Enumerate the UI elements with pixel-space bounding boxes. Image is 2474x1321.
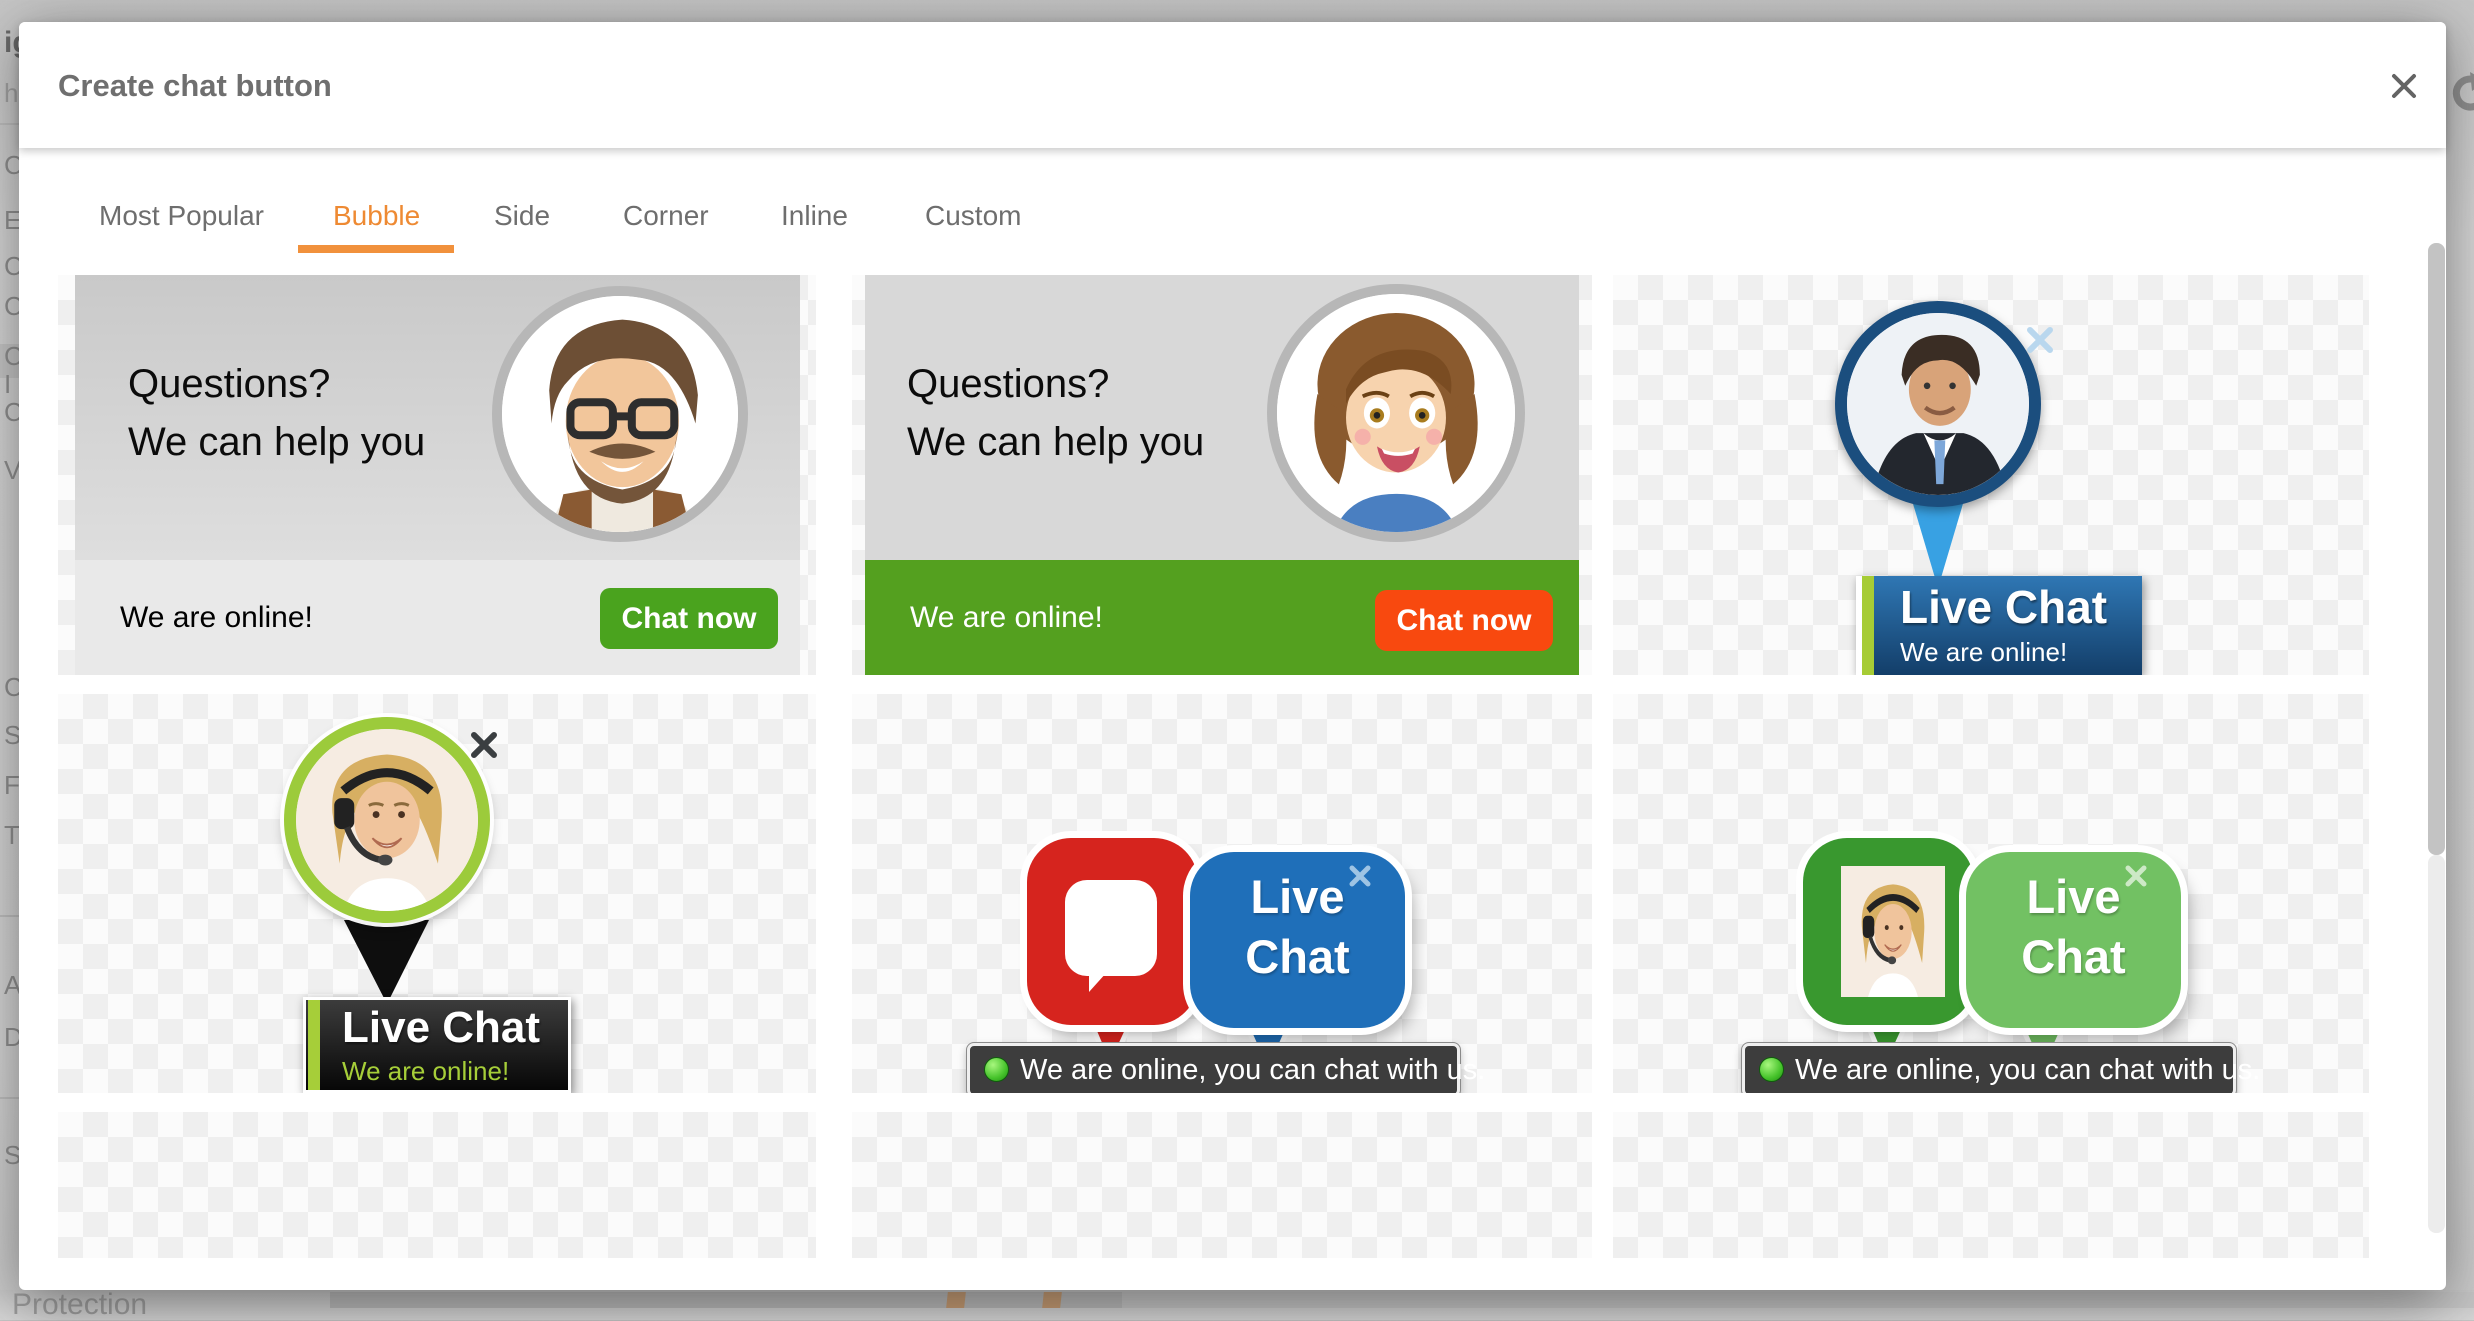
dialog-scrollbar-track[interactable] — [2428, 855, 2445, 1233]
online-dot-icon — [1759, 1057, 1784, 1082]
online-dot-icon — [984, 1057, 1009, 1082]
backdrop-divider — [0, 123, 19, 125]
question-line2: We can help you — [907, 413, 1204, 471]
live-text: Live — [1190, 872, 1405, 922]
pin-label-box: Live Chat We are online! — [1856, 576, 2142, 675]
banner-question-text: Questions? We can help you — [128, 355, 425, 471]
chat-button-template-slot[interactable] — [1613, 1112, 2369, 1258]
cartoon-man-avatar-icon — [502, 296, 738, 532]
dismiss-icon[interactable] — [2026, 326, 2054, 354]
speech-bubble-blue: Live Chat — [1190, 852, 1405, 1028]
chat-now-button[interactable]: Chat now — [600, 588, 778, 649]
chat-button-template-slot[interactable] — [852, 1112, 1592, 1258]
live-text: Live — [1966, 872, 2181, 922]
agent-photo-avatar — [1835, 301, 2041, 507]
agent-photo — [1841, 866, 1945, 997]
refresh-icon — [2448, 70, 2474, 116]
dialog-scrollbar-thumb[interactable] — [2428, 243, 2445, 855]
chat-now-button[interactable]: Chat now — [1375, 590, 1553, 651]
tab-inline[interactable]: Inline — [781, 200, 848, 232]
chat-button-template-bubbles-green[interactable]: Live Chat We are online, you can chat wi… — [1613, 694, 2369, 1093]
backdrop-partial-text: h — [4, 78, 18, 108]
chat-text: Chat — [1190, 932, 1405, 982]
backdrop-protection-label: Protection — [12, 1289, 147, 1321]
backdrop-partial-text: I — [4, 369, 11, 399]
close-icon[interactable] — [2391, 73, 2417, 99]
agent-avatar — [492, 286, 748, 542]
speech-glyph — [1065, 880, 1157, 976]
agent-avatar — [1267, 284, 1525, 542]
agent-photo-avatar — [284, 717, 490, 923]
chat-button-template-pin-blue[interactable]: Live Chat We are online! — [1613, 275, 2369, 675]
dismiss-icon[interactable] — [469, 730, 499, 760]
backdrop-divider — [0, 1097, 19, 1099]
speech-bubble-red — [1027, 838, 1198, 1025]
chat-text: Chat — [1966, 932, 2181, 982]
question-line2: We can help you — [128, 413, 425, 471]
online-status-text: We are online! — [120, 602, 313, 634]
online-status-text: We are online, you can chat with us. — [1020, 1055, 1485, 1086]
speech-bubble-light-green: Live Chat — [1966, 852, 2181, 1028]
photo-woman-headset-avatar-icon — [296, 729, 478, 911]
tab-most-popular[interactable]: Most Popular — [99, 200, 264, 232]
cartoon-woman-avatar-icon — [1277, 294, 1515, 532]
backdrop-tan-bar — [1042, 1292, 1062, 1308]
backdrop-partial-text: T — [4, 820, 20, 850]
active-tab-indicator — [298, 245, 454, 253]
chat-button-template-banner-green[interactable]: Questions? We can help you — [852, 275, 1592, 675]
live-chat-title: Live Chat — [342, 1004, 540, 1052]
tab-side[interactable]: Side — [494, 200, 550, 232]
online-status-text: We are online, you can chat with us. — [1795, 1055, 2260, 1086]
tab-bubble[interactable]: Bubble — [333, 200, 420, 232]
chat-button-template-banner-gray[interactable]: Questions? We can help you We are online… — [58, 275, 816, 675]
tab-corner[interactable]: Corner — [623, 200, 709, 232]
photo-woman-headset-avatar-icon — [1841, 866, 1945, 997]
dismiss-icon[interactable] — [1348, 864, 1372, 888]
online-status-text: We are online! — [910, 602, 1103, 634]
online-status-text: We are online! — [1900, 638, 2067, 666]
speech-bubble-dark-green — [1803, 838, 1974, 1025]
online-statusbar: We are online, you can chat with us. — [967, 1043, 1460, 1093]
chat-button-template-pin-dark[interactable]: Live Chat We are online! — [58, 694, 816, 1093]
pin-label-box: Live Chat We are online! — [303, 997, 571, 1093]
speech-glyph-tail — [1089, 972, 1107, 992]
accent-stripe — [308, 1000, 320, 1090]
live-chat-title: Live Chat — [1900, 583, 2107, 631]
backdrop-bottom-panel — [1122, 1292, 2474, 1308]
accent-stripe — [1862, 576, 1874, 675]
backdrop-divider — [0, 915, 19, 917]
tab-custom[interactable]: Custom — [925, 200, 1021, 232]
question-line1: Questions? — [128, 355, 425, 413]
question-line1: Questions? — [907, 355, 1204, 413]
chat-button-template-bubbles-blue[interactable]: Live Chat We are online, you can chat wi… — [852, 694, 1592, 1093]
online-status-text: We are online! — [342, 1057, 509, 1085]
backdrop-tan-bar — [946, 1292, 966, 1308]
online-statusbar: We are online, you can chat with us. — [1742, 1043, 2236, 1093]
photo-man-avatar-icon — [1847, 313, 2029, 495]
dialog-title: Create chat button — [58, 69, 332, 103]
chat-button-template-slot[interactable] — [58, 1112, 816, 1258]
dismiss-icon[interactable] — [2124, 864, 2148, 888]
dialog-header: Create chat button — [19, 22, 2446, 148]
banner-question-text: Questions? We can help you — [907, 355, 1204, 471]
pin-pointer — [339, 918, 434, 1006]
backdrop-partial-text: F — [4, 770, 20, 800]
